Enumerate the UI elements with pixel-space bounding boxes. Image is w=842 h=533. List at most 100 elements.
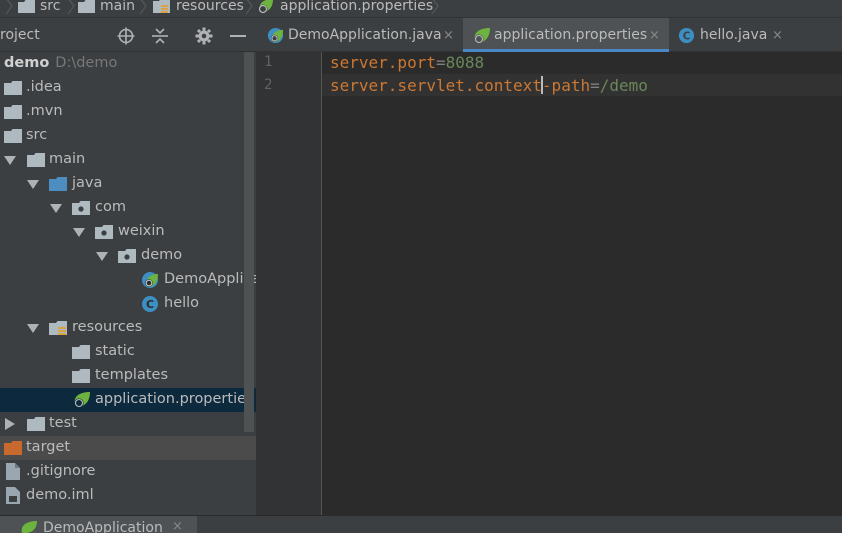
tree-item-label: com — [95, 199, 126, 215]
tab-close-icon[interactable]: × — [443, 28, 454, 43]
package-icon — [95, 225, 113, 239]
breadcrumb-separator-icon — [5, 0, 13, 15]
spring-properties-icon — [474, 28, 490, 44]
breadcrumb-item-main[interactable]: main — [78, 0, 135, 16]
locate-target-icon[interactable] — [117, 27, 135, 45]
spring-boot-icon — [21, 521, 37, 533]
tree-item-label: templates — [95, 367, 169, 383]
breadcrumb-separator-icon — [245, 0, 253, 15]
module-file-icon — [6, 487, 20, 504]
tree-item-demoapplication[interactable]: DemoApplica — [0, 268, 256, 292]
resources-folder-icon — [49, 321, 67, 335]
collapse-all-icon[interactable] — [151, 27, 169, 45]
breadcrumb-label: src — [40, 0, 61, 14]
tree-item-com[interactable]: com — [0, 196, 256, 220]
tab-application-properties[interactable]: application.properties × — [463, 18, 669, 52]
tree-item-application-properties[interactable]: application.properties — [0, 388, 256, 412]
project-panel: roject demo D:\demo .idea .mvn src main j… — [0, 18, 256, 515]
excluded-folder-icon — [4, 441, 22, 455]
editor-gutter: 1 2 — [256, 52, 322, 515]
breadcrumb-item-application-properties[interactable]: application.properties — [257, 0, 433, 16]
tab-close-icon[interactable]: × — [649, 28, 660, 43]
tree-item-label: DemoApplica — [164, 271, 256, 287]
expand-arrow-down-icon[interactable] — [73, 226, 85, 238]
resources-folder-icon — [153, 0, 170, 13]
tree-item-mvn[interactable]: .mvn — [0, 100, 256, 124]
class-icon: C — [142, 296, 158, 312]
tab-label: hello.java — [700, 27, 768, 43]
tab-demoapplication-java[interactable]: DemoApplication.java × — [264, 18, 460, 52]
expand-arrow-down-icon[interactable] — [27, 178, 39, 190]
expand-arrow-down-icon[interactable] — [27, 322, 39, 334]
tree-item-java[interactable]: java — [0, 172, 256, 196]
tab-label: application.properties — [494, 27, 648, 43]
expand-arrow-right-icon[interactable] — [4, 418, 16, 430]
spring-properties-icon — [258, 0, 273, 14]
tree-item-label: demo D:\demo — [4, 55, 118, 71]
project-panel-title[interactable]: roject — [0, 27, 40, 43]
folder-icon — [4, 129, 22, 143]
bottom-tool-window-bar: DemoApplication × — [0, 515, 842, 533]
code-line-1[interactable]: server.port=8088 — [330, 53, 484, 72]
line-number: 1 — [264, 54, 273, 70]
expand-arrow-down-icon[interactable] — [50, 202, 62, 214]
run-tab-close-icon[interactable]: × — [172, 519, 183, 533]
tab-label: DemoApplication.java — [288, 27, 442, 43]
breadcrumb-item-resources[interactable]: resources — [153, 0, 244, 16]
folder-icon — [18, 0, 35, 13]
tree-item-main[interactable]: main — [0, 148, 256, 172]
tree-item-label: .idea — [26, 79, 62, 95]
run-tab-label: DemoApplication — [43, 520, 163, 533]
project-panel-scrollbar[interactable] — [244, 52, 254, 432]
tree-item-src[interactable]: src — [0, 124, 256, 148]
expand-arrow-down-icon[interactable] — [96, 250, 108, 262]
tree-item-gitignore[interactable]: .gitignore — [0, 460, 256, 484]
tree-item-static[interactable]: static — [0, 340, 256, 364]
tree-item-label: demo — [141, 247, 183, 263]
run-tab-demoapplication[interactable]: DemoApplication × — [0, 516, 197, 533]
tree-item-resources[interactable]: resources — [0, 316, 256, 340]
tab-close-icon[interactable]: × — [772, 28, 783, 43]
svg-text:C: C — [146, 298, 154, 311]
breadcrumb-label: main — [100, 0, 135, 14]
tree-item-label: static — [95, 343, 135, 359]
tree-item-label: demo.iml — [26, 487, 94, 503]
expand-arrow-down-icon[interactable] — [4, 154, 16, 166]
folder-icon — [27, 153, 45, 167]
editor-tab-bar: DemoApplication.java × application.prope… — [256, 18, 842, 52]
project-panel-header: roject — [0, 18, 256, 52]
tree-item-label: weixin — [118, 223, 165, 239]
tree-item-idea[interactable]: .idea — [0, 76, 256, 100]
breadcrumb-label: application.properties — [280, 0, 434, 14]
tree-item-demo-package[interactable]: demo — [0, 244, 256, 268]
tree-item-label: resources — [72, 319, 143, 335]
breadcrumb: src main resources application.propertie… — [0, 0, 842, 18]
folder-icon — [27, 417, 45, 431]
spring-properties-icon — [74, 392, 90, 408]
tree-item-label: test — [49, 415, 77, 431]
spring-class-icon — [142, 272, 158, 288]
folder-icon — [4, 105, 22, 119]
breadcrumb-item-src[interactable]: src — [18, 0, 60, 16]
tree-item-label: main — [49, 151, 86, 167]
package-icon — [72, 201, 90, 215]
tree-item-templates[interactable]: templates — [0, 364, 256, 388]
tree-item-label: .mvn — [26, 103, 63, 119]
source-folder-icon — [49, 177, 67, 191]
code-line-2[interactable]: server.servlet.context-path=/demo — [330, 76, 648, 95]
spring-class-icon — [267, 27, 284, 44]
tree-item-hello[interactable]: C hello — [0, 292, 256, 316]
minimize-icon[interactable] — [229, 27, 247, 45]
package-icon — [118, 249, 136, 263]
tree-item-label: hello — [164, 295, 200, 311]
tab-hello-java[interactable]: C hello.java × — [672, 18, 786, 52]
tree-item-label: src — [26, 127, 48, 143]
tree-item-weixin[interactable]: weixin — [0, 220, 256, 244]
tree-item-test[interactable]: test — [0, 412, 256, 436]
folder-icon — [72, 369, 90, 383]
tree-item-demo-root[interactable]: demo D:\demo — [0, 52, 256, 76]
tree-item-demo-iml[interactable]: demo.iml — [0, 484, 256, 508]
gear-icon[interactable] — [195, 27, 213, 45]
tree-item-target[interactable]: target — [0, 436, 256, 460]
code-editor[interactable]: server.port=8088 server.servlet.context-… — [322, 52, 842, 515]
